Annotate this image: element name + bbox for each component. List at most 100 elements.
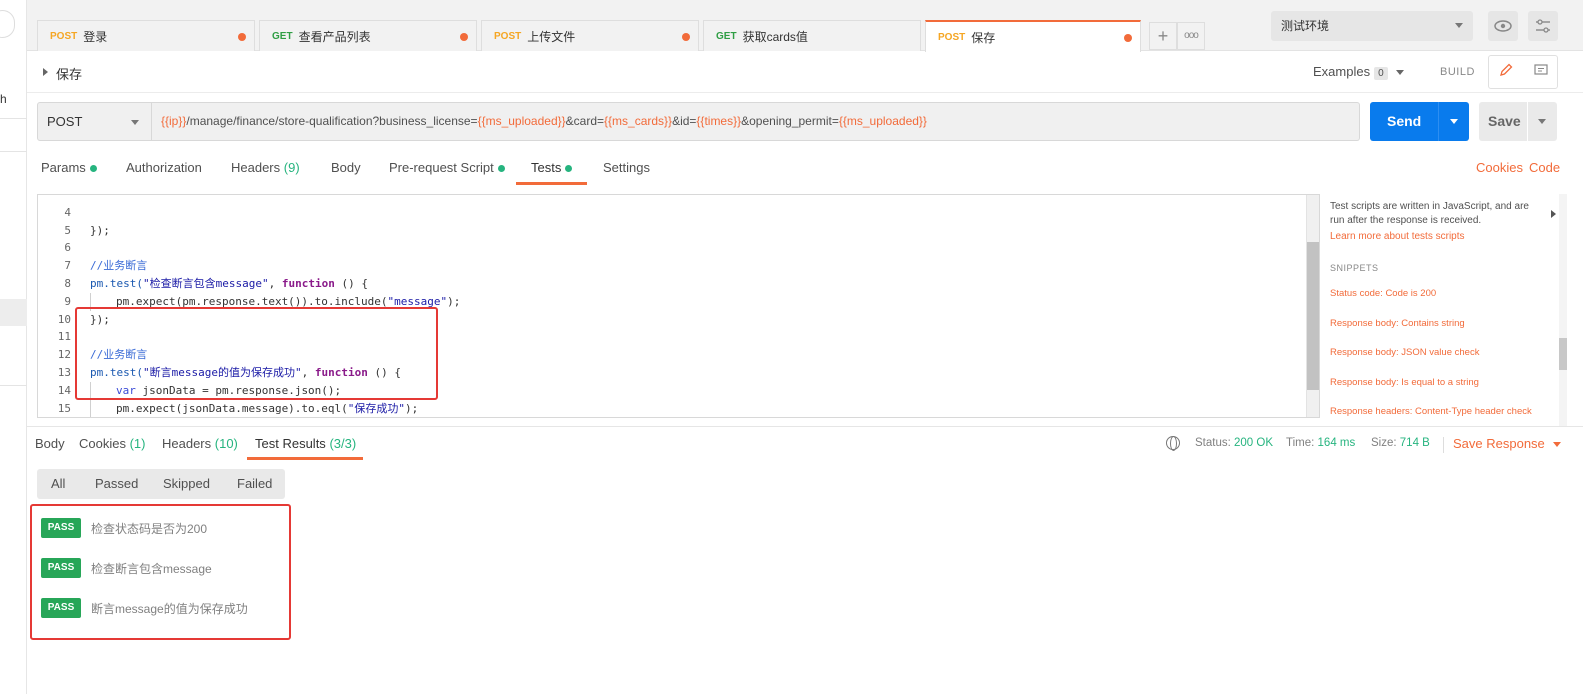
snippets-description: Test scripts are written in JavaScript, … xyxy=(1330,201,1529,226)
response-tab-headers[interactable]: Headers (10) xyxy=(162,436,238,451)
url-text: &id= xyxy=(672,114,697,128)
request-header: 保存 Examples 0 BUILD xyxy=(27,51,1583,93)
tab-count: (9) xyxy=(283,160,300,175)
learn-more-link[interactable]: Learn more about tests scripts xyxy=(1330,231,1465,242)
tab-method: GET xyxy=(272,30,293,42)
filter-all[interactable]: All xyxy=(51,476,65,491)
snippet-item[interactable]: Response body: Contains string xyxy=(1330,318,1465,329)
request-tab-bar: POST 登录 GET 查看产品列表 POST 上传文件 GET 获取cards… xyxy=(27,0,1263,52)
save-response-button[interactable]: Save Response xyxy=(1453,436,1561,451)
tab-label: Test Results xyxy=(255,436,326,451)
chevron-down-icon xyxy=(131,120,139,125)
pencil-icon[interactable] xyxy=(1495,62,1517,82)
status-dot-icon xyxy=(89,165,97,173)
cookies-link[interactable]: Cookies xyxy=(1476,160,1523,175)
snippets-scrollbar-thumb[interactable] xyxy=(1559,338,1567,370)
tab-authorization[interactable]: Authorization xyxy=(126,160,202,175)
tab-count: (1) xyxy=(129,436,146,451)
globe-icon[interactable] xyxy=(1166,436,1180,451)
comment-icon[interactable] xyxy=(1530,62,1552,82)
snippet-item[interactable]: Response body: Is equal to a string xyxy=(1330,377,1479,388)
tab-label: Body xyxy=(35,436,65,451)
tab-tests[interactable]: Tests xyxy=(531,160,573,175)
code-link[interactable]: Code xyxy=(1529,160,1560,175)
collapse-arrow-icon[interactable] xyxy=(1551,210,1556,218)
snippets-panel: Test scripts are written in JavaScript, … xyxy=(1326,194,1556,426)
tab-title: 获取cards值 xyxy=(742,29,808,44)
examples-count: 0 xyxy=(1374,67,1388,80)
request-tab[interactable]: POST 登录 xyxy=(37,20,255,51)
method-value: POST xyxy=(47,114,83,129)
code-line: 5 xyxy=(38,204,1308,237)
chevron-down-icon xyxy=(1552,442,1561,448)
url-input[interactable]: {{ip}}/manage/finance/store-qualificatio… xyxy=(152,102,1360,141)
response-tab-body[interactable]: Body xyxy=(35,436,65,451)
chevron-down-icon[interactable] xyxy=(1538,119,1546,124)
editor-scrollbar-thumb[interactable] xyxy=(1307,242,1319,390)
tab-label: Authorization xyxy=(126,160,202,175)
method-select[interactable]: POST xyxy=(37,102,152,141)
settings-sliders-icon[interactable] xyxy=(1528,11,1558,41)
tab-label: Headers xyxy=(162,436,212,451)
request-tab[interactable]: POST 上传文件 xyxy=(481,20,699,51)
more-tabs-button[interactable]: ooo xyxy=(1177,22,1205,50)
tab-title: 保存 xyxy=(971,30,996,45)
code-line: 16 xyxy=(38,400,1308,417)
build-label: BUILD xyxy=(1440,66,1475,78)
sidebar-search-edge[interactable] xyxy=(0,10,15,38)
save-button[interactable]: Save xyxy=(1479,102,1557,141)
filter-failed[interactable]: Failed xyxy=(237,476,272,491)
tab-headers[interactable]: Headers (9) xyxy=(231,160,300,175)
response-tab-cookies[interactable]: Cookies (1) xyxy=(79,436,145,451)
sidebar-divider xyxy=(0,151,27,152)
filter-skipped[interactable]: Skipped xyxy=(163,476,210,491)
snippet-item[interactable]: Status code: Code is 200 xyxy=(1330,288,1436,299)
highlight-box xyxy=(30,504,291,640)
status-readout: Status: 200 OK xyxy=(1195,437,1273,449)
status-dot-icon xyxy=(497,165,505,173)
url-var: {{ms_cards}} xyxy=(604,114,673,128)
examples-dropdown[interactable]: Examples 0 xyxy=(1313,64,1404,80)
request-name[interactable]: 保存 xyxy=(56,64,82,83)
unsaved-dot-icon xyxy=(238,33,246,41)
url-text: &card= xyxy=(565,114,605,128)
chevron-down-icon[interactable] xyxy=(1450,119,1458,124)
tab-params[interactable]: Params xyxy=(41,160,97,175)
eye-icon[interactable] xyxy=(1488,11,1518,41)
status-value: 200 OK xyxy=(1234,437,1274,449)
size-label: Size: xyxy=(1371,437,1397,449)
code-line: 9 }); xyxy=(38,275,1308,326)
status-dot-icon xyxy=(565,165,573,173)
tab-method: GET xyxy=(716,30,737,42)
time-label: Time: xyxy=(1286,437,1315,449)
filter-passed[interactable]: Passed xyxy=(95,476,138,491)
request-tab-active[interactable]: POST 保存 xyxy=(925,20,1141,52)
request-tab[interactable]: GET 获取cards值 xyxy=(703,20,921,51)
results-filter: All Passed Skipped Failed xyxy=(37,469,285,499)
tab-body[interactable]: Body xyxy=(331,160,361,175)
unsaved-dot-icon xyxy=(1124,34,1132,42)
sidebar-divider xyxy=(0,118,27,119)
save-response-label: Save Response xyxy=(1453,436,1545,451)
new-tab-button[interactable]: + xyxy=(1149,22,1177,50)
unsaved-dot-icon xyxy=(682,33,690,41)
caret-right-icon[interactable] xyxy=(43,68,48,76)
send-button[interactable]: Send xyxy=(1370,102,1469,141)
tab-label: Cookies xyxy=(79,436,126,451)
tab-pre-request-script[interactable]: Pre-request Script xyxy=(389,160,505,175)
response-tab-test-results[interactable]: Test Results (3/3) xyxy=(255,436,356,451)
snippets-scrollbar[interactable] xyxy=(1559,194,1567,426)
snippet-item[interactable]: Response body: JSON value check xyxy=(1330,347,1479,358)
tab-label: Headers xyxy=(231,160,281,175)
sidebar-selected-item[interactable] xyxy=(0,299,27,326)
divider xyxy=(1443,437,1444,453)
url-var: {{ip}} xyxy=(161,114,187,128)
request-tab[interactable]: GET 查看产品列表 xyxy=(259,20,477,51)
code-line: 7 pm.test("检查断言包含message", function () { xyxy=(38,239,1308,290)
tab-settings[interactable]: Settings xyxy=(603,160,650,175)
snippet-item[interactable]: Response headers: Content-Type header ch… xyxy=(1330,406,1532,417)
tab-label: Pre-request Script xyxy=(389,160,494,175)
environment-select[interactable]: 测试环境 xyxy=(1271,11,1473,41)
divider xyxy=(1438,102,1439,141)
time-readout: Time: 164 ms xyxy=(1286,437,1355,449)
